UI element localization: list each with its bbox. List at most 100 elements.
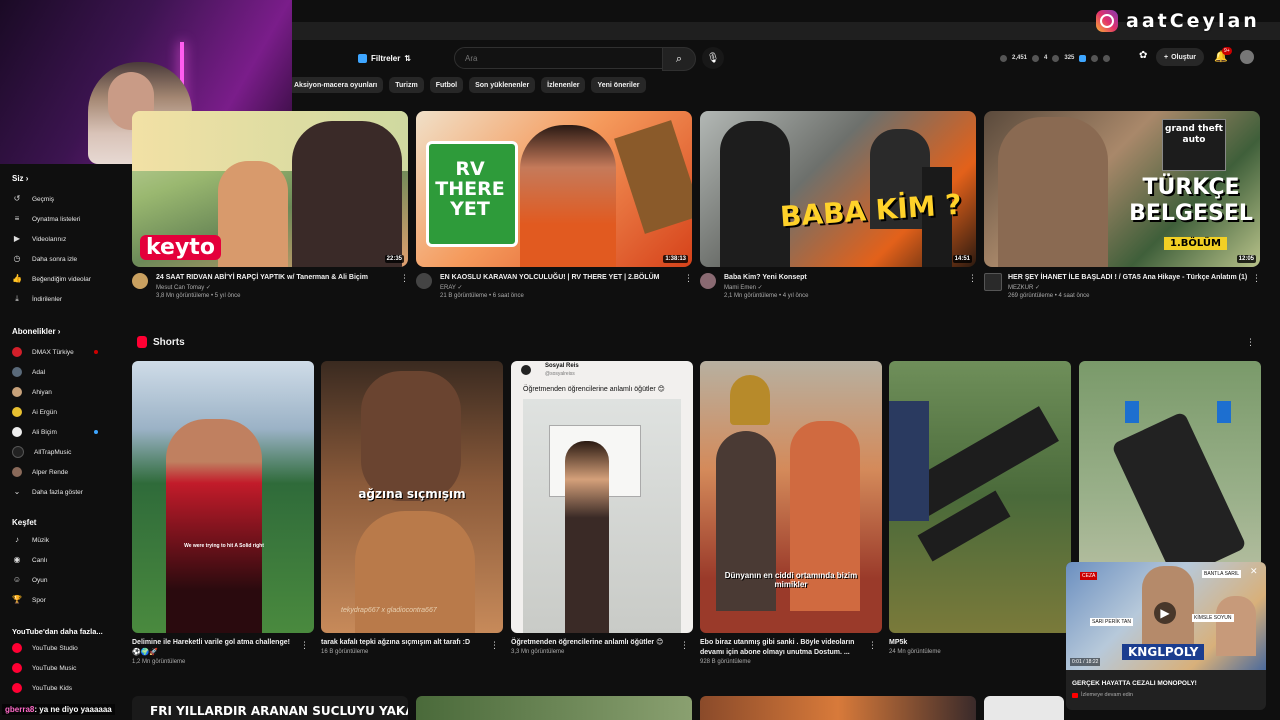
sidebar-item-watch-later[interactable]: ◷ Daha sonra izle [12,252,78,266]
extension-icon[interactable] [1079,54,1087,62]
filters-button[interactable]: Filtreler ⇅ [358,49,411,67]
chip[interactable]: Turizm [389,77,424,93]
list-icon[interactable] [1091,54,1099,62]
avatar[interactable] [1240,50,1254,64]
sidebar-item-music-app[interactable]: YouTube Music [12,661,76,675]
sidebar-item-live[interactable]: ◉ Canlı [12,553,48,567]
short-views: 16 B görüntüleme [321,649,369,655]
avatar [12,427,22,437]
sidebar-sub[interactable]: Ahiyan [12,385,52,399]
sidebar-sub[interactable]: Ali Biçim [12,425,57,439]
yt-music-icon [12,663,22,673]
more-options-icon[interactable]: ⋮ [680,640,689,651]
short-thumbnail[interactable] [889,361,1071,633]
short-thumbnail[interactable]: Dünyanın en ciddi ortamında bizim mimikl… [700,361,882,633]
more-options-icon[interactable]: ⋮ [300,640,309,651]
sidebar-item-music[interactable]: ♪ Müzik [12,533,49,547]
video-title[interactable]: 24 SAAT RIDVAN ABİ'Yİ RAPÇİ YAPTIK w/ Ta… [156,273,396,282]
chip[interactable]: Son yüklenenler [469,77,536,93]
sidebar-item-downloads[interactable]: ⤓ İndirilenler [12,292,62,306]
short-thumbnail[interactable]: Sosyal Reis @sosyalreiss Öğretmenden öğr… [511,361,693,633]
channel-name[interactable]: ERAY ✓ [440,284,680,291]
more-options-icon[interactable]: ⋮ [868,640,877,651]
chip[interactable]: Aksiyon-macera oyunları [288,77,384,93]
chip[interactable]: Yeni öneriler [591,77,646,93]
sidebar-item-sports[interactable]: 🏆 Spor [12,593,46,607]
thumb-figure [292,121,402,267]
chip[interactable]: Futbol [429,77,464,93]
miniplayer-video[interactable]: CEZA SARI PERİK TAN BANTLA SARIL KİMSLE … [1066,562,1266,670]
video-title[interactable]: HER ŞEY İHANET İLE BAŞLADI ! / GTA5 Ana … [1008,273,1248,282]
short-title[interactable]: Öğretmenden öğrencilerine anlamlı öğütle… [511,638,677,648]
sliders-icon: ⇅ [404,53,412,63]
chip[interactable]: İzlenenler [541,77,586,93]
short-thumbnail[interactable]: We were trying to hit A Solid right [132,361,314,633]
miniplayer-subtitle[interactable]: İzlemeye devam edin [1072,692,1133,698]
screenshot-icon[interactable] [1103,54,1111,62]
target [1125,401,1139,423]
video-thumbnail[interactable]: BABA KİM ? 14:51 [700,111,976,267]
sidebar-item-history[interactable]: ↺ Geçmiş [12,192,54,206]
sidebar-sub[interactable]: AllTrapMusic [12,445,71,459]
sidebar-sub[interactable]: Ai Ergün [12,405,57,419]
duration-badge: 1:38:13 [663,255,688,263]
gear-icon[interactable]: ✿ [1139,50,1147,61]
more-options-icon[interactable]: ⋮ [1252,273,1261,284]
mic-button[interactable]: 🎙 [702,47,724,69]
post-user: Sosyal Reis [545,363,579,369]
sidebar-you-heading[interactable]: Siz › [12,174,28,183]
more-options-icon[interactable]: ⋮ [490,640,499,651]
miniplayer[interactable]: CEZA SARI PERİK TAN BANTLA SARIL KİMSLE … [1066,562,1266,710]
miniplayer-title[interactable]: GERÇEK HAYATTA CEZALI MONOPOLY! [1072,680,1197,687]
video-thumbnail[interactable]: grand theft auto TÜRKÇE BELGESEL 1.BÖLÜM… [984,111,1260,267]
video-title[interactable]: Baba Kim? Yeni Konsept [724,273,964,282]
channel-avatar[interactable] [700,273,716,289]
stat-value: 325 [1064,55,1075,61]
search-input[interactable] [463,53,657,64]
play-icon[interactable]: ▶ [1154,602,1176,624]
short-title[interactable]: MP5k [889,638,1055,648]
channel-name[interactable]: Mami Emen ✓ [724,284,964,291]
short-thumbnail[interactable]: ağzına sıçmışım tekydrap667 x gladiocont… [321,361,503,633]
sidebar-item-liked[interactable]: 👍 Beğendiğim videolar [12,272,91,286]
search-button[interactable]: ⌕ [662,47,696,71]
watermark: tekydrap667 x gladiocontra667 [341,607,437,614]
video-thumbnail[interactable]: RV THERE YET 1:38:13 [416,111,692,267]
create-button[interactable]: + Oluştur [1156,48,1204,66]
channel-avatar[interactable] [984,273,1002,291]
channel-avatar[interactable] [132,273,148,289]
sidebar-item-gaming[interactable]: ☺ Oyun [12,573,48,587]
sidebar-subs-heading[interactable]: Abonelikler › [12,327,60,336]
thumb-episode: 1.BÖLÜM [1164,237,1227,250]
sidebar-sub[interactable]: DMAX Türkiye [12,345,74,359]
video-title[interactable]: EN KAOSLU KARAVAN YOLCULUĞU! | RV THERE … [440,273,680,282]
mic-icon: 🎙 [706,52,720,64]
more-options-icon[interactable]: ⋮ [968,273,977,284]
more-options-icon[interactable]: ⋮ [400,273,409,284]
sidebar-show-more[interactable]: ⌄ Daha fazla göster [12,485,83,499]
video-thumbnail[interactable] [416,696,692,720]
sidebar-item-studio[interactable]: YouTube Studio [12,641,78,655]
channel-avatar[interactable] [416,273,432,289]
sidebar-sub[interactable]: Alper Rende [12,465,68,479]
search-box[interactable] [454,47,664,69]
sidebar-item-playlists[interactable]: ≡ Oynatma listeleri [12,212,81,226]
video-thumbnail[interactable] [700,696,976,720]
sidebar-sub[interactable]: Adal [12,365,45,379]
sidebar-item-your-videos[interactable]: ▶ Videolarınız [12,232,66,246]
live-indicator [94,350,98,354]
channel-name[interactable]: MEZKUR ✓ [1008,284,1248,291]
short-title[interactable]: Ebo biraz utanmış gibi sanki . Böyle vid… [700,638,866,658]
short-title[interactable]: tarak kafalı tepki ağzına sıçmışım alt t… [321,638,487,648]
short-title[interactable]: Delimine ile Hareketli varile gol atma c… [132,638,298,658]
video-thumbnail[interactable]: FRI YILLARDIR ARANAN SUCLUYU YAKALADI [132,696,408,720]
video-thumbnail[interactable] [984,696,1064,720]
sidebar-item-kids[interactable]: YouTube Kids [12,681,72,695]
video-thumbnail[interactable]: keyto 22:35 [132,111,408,267]
close-icon[interactable]: ✕ [1250,566,1258,577]
more-options-icon[interactable]: ⋮ [684,273,693,284]
more-options-icon[interactable]: ⋮ [1246,337,1255,348]
channel-name[interactable]: Mesut Can Tomay ✓ [156,284,396,291]
short-views: 3,3 Mn görüntüleme [511,649,565,655]
filter-icon [358,53,367,63]
